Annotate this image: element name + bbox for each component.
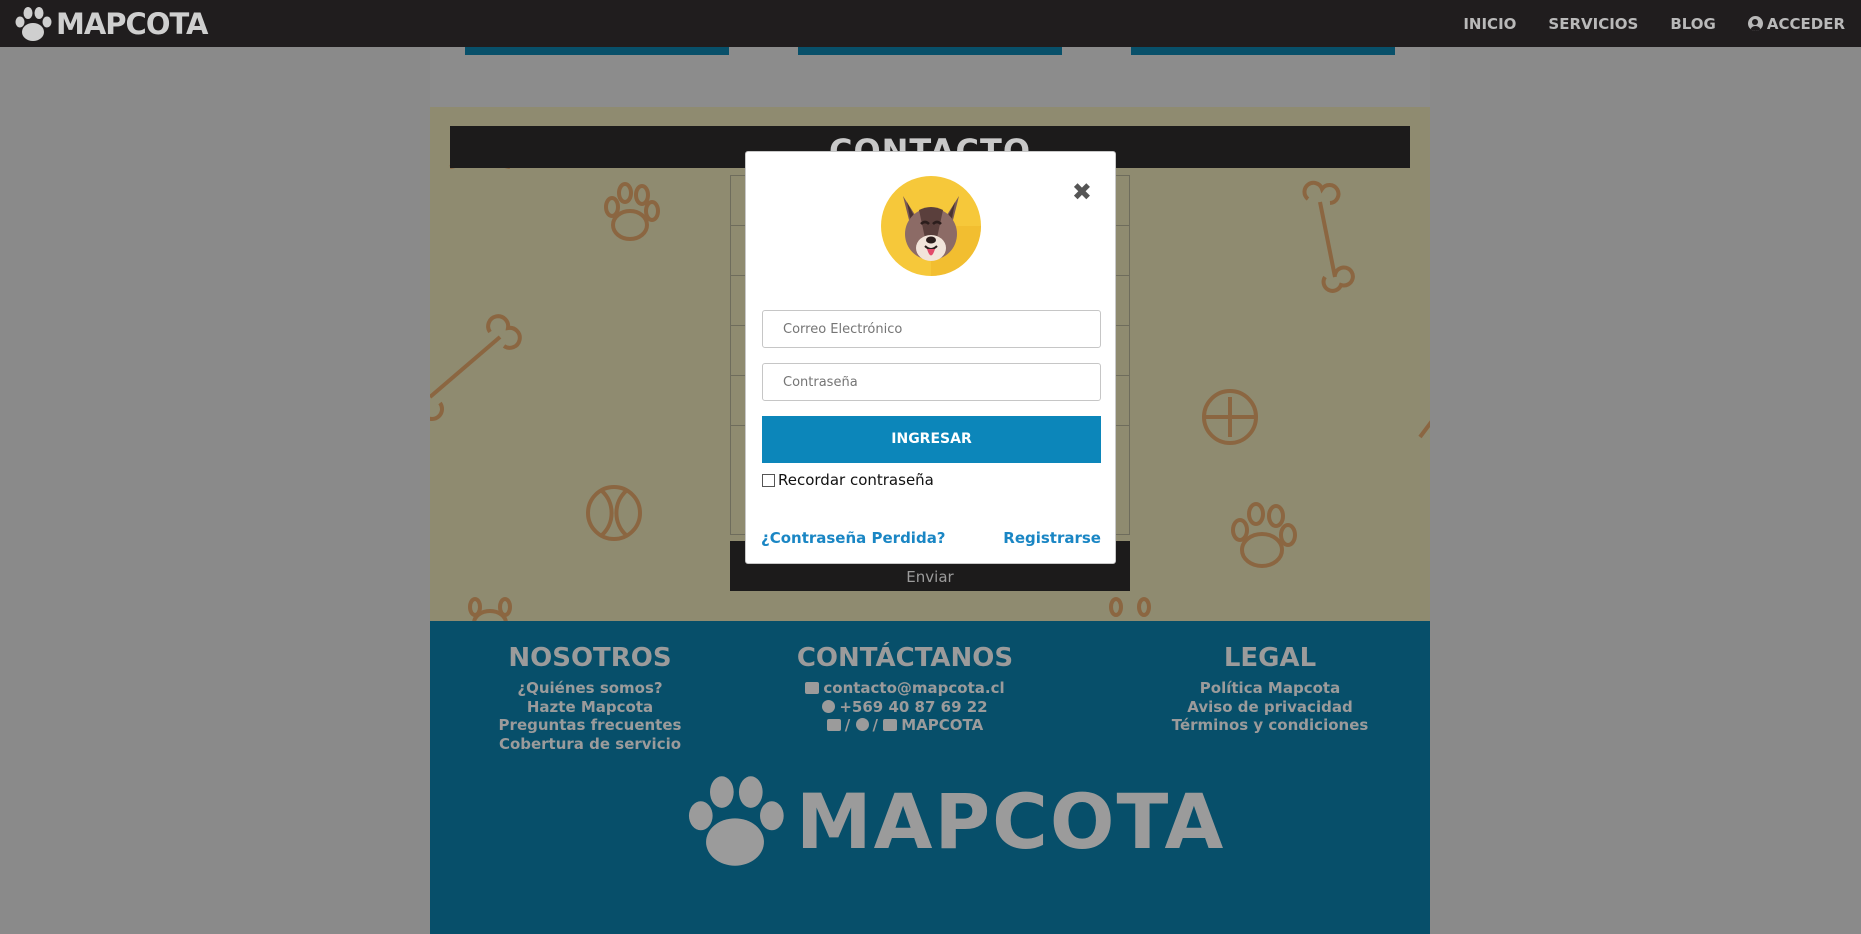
separator: / bbox=[844, 716, 851, 734]
login-button[interactable]: INGRESAR bbox=[762, 416, 1101, 463]
remember-checkbox[interactable] bbox=[762, 473, 775, 487]
footer-contact-title: CONTÁCTANOS bbox=[796, 643, 1014, 673]
footer-logo: MAPCOTA bbox=[678, 771, 1225, 871]
footer-email[interactable]: contacto@mapcota.cl bbox=[780, 679, 1030, 698]
footer-legal: LEGAL Política Mapcota Aviso de privacid… bbox=[1160, 643, 1380, 735]
social-handle: MAPCOTA bbox=[901, 716, 984, 734]
service-card-bar bbox=[798, 47, 1062, 55]
acceder-label: ACCEDER bbox=[1766, 14, 1845, 33]
email-field[interactable] bbox=[762, 310, 1101, 348]
paw-icon bbox=[688, 776, 784, 866]
footer-phone[interactable]: +569 40 87 69 22 bbox=[780, 698, 1030, 717]
user-circle-icon bbox=[1747, 16, 1763, 31]
brand-logo[interactable]: MAPCOTA bbox=[12, 0, 208, 47]
footer-link[interactable]: ¿Quiénes somos? bbox=[490, 679, 690, 698]
footer-link[interactable]: Cobertura de servicio bbox=[490, 735, 690, 754]
instagram-icon[interactable] bbox=[883, 719, 898, 731]
footer-about: NOSOTROS ¿Quiénes somos? Hazte Mapcota P… bbox=[490, 643, 690, 753]
separator: / bbox=[872, 716, 878, 734]
footer-link[interactable]: Hazte Mapcota bbox=[490, 698, 690, 717]
footer-email-text: contacto@mapcota.cl bbox=[823, 679, 1005, 697]
footer-social: / / MAPCOTA bbox=[780, 716, 1030, 735]
footer-about-title: NOSOTROS bbox=[508, 643, 672, 673]
facebook-icon[interactable] bbox=[855, 718, 869, 731]
dog-avatar-icon bbox=[881, 176, 981, 276]
paw-icon bbox=[15, 6, 52, 41]
nav-link-blog[interactable]: BLOG bbox=[1670, 15, 1716, 33]
nav-links: INICIO SERVICIOS BLOG ACCEDER bbox=[1463, 15, 1845, 33]
service-card-bar bbox=[1131, 47, 1395, 55]
nav-link-acceder[interactable]: ACCEDER bbox=[1747, 14, 1845, 33]
close-icon[interactable]: ✖ bbox=[1072, 180, 1092, 204]
footer-link[interactable]: Política Mapcota bbox=[1160, 679, 1380, 698]
envelope-icon bbox=[805, 682, 820, 694]
footer: NOSOTROS ¿Quiénes somos? Hazte Mapcota P… bbox=[430, 621, 1430, 934]
lost-password-link[interactable]: ¿Contraseña Perdida? bbox=[761, 529, 946, 547]
nav-link-servicios[interactable]: SERVICIOS bbox=[1548, 15, 1638, 33]
nav-link-inicio[interactable]: INICIO bbox=[1463, 15, 1516, 33]
remember-password: Recordar contraseña bbox=[762, 471, 934, 489]
footer-legal-title: LEGAL bbox=[1223, 643, 1317, 673]
remember-label: Recordar contraseña bbox=[778, 471, 934, 489]
twitter-icon[interactable] bbox=[826, 719, 841, 731]
login-modal: ✖ INGRESAR Recordar contraseña ¿Contrase… bbox=[745, 151, 1116, 564]
service-card-bar bbox=[465, 47, 729, 55]
top-navbar: MAPCOTA INICIO SERVICIOS BLOG ACCEDER bbox=[0, 0, 1861, 47]
register-link[interactable]: Registrarse bbox=[1003, 529, 1101, 547]
footer-contact: CONTÁCTANOS contacto@mapcota.cl +569 40 … bbox=[780, 643, 1030, 735]
footer-link[interactable]: Preguntas frecuentes bbox=[490, 716, 690, 735]
footer-link[interactable]: Aviso de privacidad bbox=[1160, 698, 1380, 717]
services-section-tail bbox=[430, 47, 1430, 107]
footer-phone-text: +569 40 87 69 22 bbox=[839, 697, 988, 716]
footer-brand-name: MAPCOTA bbox=[796, 776, 1226, 866]
footer-link[interactable]: Términos y condiciones bbox=[1160, 716, 1380, 735]
brand-name: MAPCOTA bbox=[56, 6, 208, 41]
password-field[interactable] bbox=[762, 363, 1101, 401]
whatsapp-icon bbox=[822, 699, 836, 713]
